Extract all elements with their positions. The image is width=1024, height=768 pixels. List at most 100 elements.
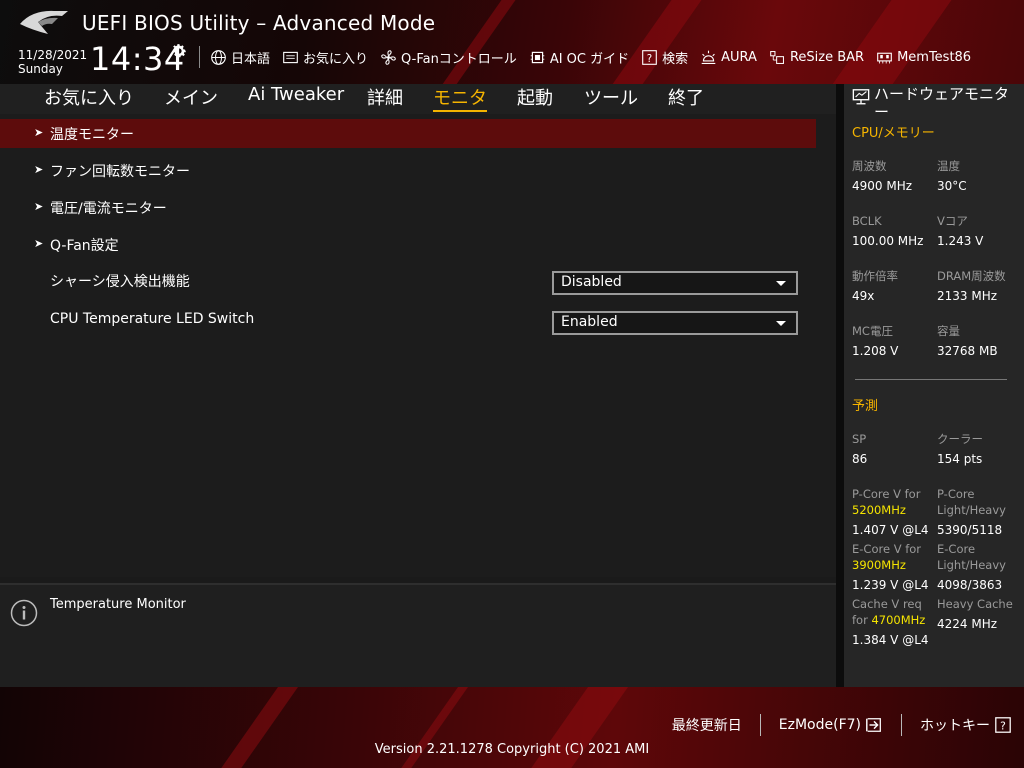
memtest-button[interactable]: MemTest86 xyxy=(876,49,971,66)
tab-exit[interactable]: 終了 xyxy=(668,84,704,110)
resize-bar-label: ReSize BAR xyxy=(789,49,865,65)
ratio-value: 49x xyxy=(852,289,875,303)
main-panel: ➤ 温度モニター ➤ ファン回転数モニター ➤ 電圧/電流モニター ➤ Q-Fa… xyxy=(0,114,836,577)
menu-item-fan-speed-monitor[interactable]: ➤ ファン回転数モニター xyxy=(0,156,816,185)
cooler-value: 154 pts xyxy=(937,452,983,466)
chassis-intrusion-dropdown[interactable]: Disabled xyxy=(552,271,798,295)
tab-ai-tweaker[interactable]: Ai Tweaker xyxy=(248,84,344,105)
resize-bar-button[interactable]: ReSize BAR xyxy=(769,49,864,66)
menu-item-qfan-settings[interactable]: ➤ Q-Fan設定 xyxy=(0,230,816,259)
cpu-temp-value: 30°C xyxy=(937,179,967,193)
pcore-lh-label: P-Core Light/Heavy xyxy=(937,486,1006,518)
chevron-right-icon: ➤ xyxy=(34,126,44,139)
ecore-lh-label-1: E-Core xyxy=(937,542,976,556)
heavy-cache-value: 4224 MHz xyxy=(937,617,998,631)
ecore-lh-label: E-Core Light/Heavy xyxy=(937,541,1006,573)
pcore-v-label: P-Core V for 5200MHz xyxy=(852,486,920,518)
dropdown-value: Enabled xyxy=(561,314,618,330)
chevron-right-icon: ➤ xyxy=(34,200,44,213)
tab-main[interactable]: メイン xyxy=(164,84,218,110)
aura-icon xyxy=(701,50,716,64)
qfan-control-button[interactable]: Q-Fanコントロール xyxy=(380,48,517,67)
chevron-right-icon: ➤ xyxy=(34,237,44,250)
menu-item-temperature-monitor[interactable]: ➤ 温度モニター xyxy=(0,119,816,148)
ecore-lh-value: 4098/3863 xyxy=(937,578,1003,592)
aura-label: AURA xyxy=(721,49,757,65)
mc-voltage-value: 1.208 V xyxy=(852,344,899,358)
cpu-memory-section-title: CPU/メモリー xyxy=(852,126,935,141)
search-button[interactable]: ? 検索 xyxy=(641,48,688,67)
menu-item-label: 電圧/電流モニター xyxy=(50,201,167,217)
vcore-label: Vコア xyxy=(937,214,968,228)
memtest-label: MemTest86 xyxy=(897,49,972,65)
tab-monitor[interactable]: モニタ xyxy=(433,84,487,112)
menu-item-label: 温度モニター xyxy=(50,127,134,143)
tab-boot[interactable]: 起動 xyxy=(517,84,553,110)
capacity-label: 容量 xyxy=(937,324,960,338)
hw-monitor-title: ハードウェアモニター xyxy=(874,85,1010,121)
hw-divider xyxy=(855,379,1007,380)
tab-advanced[interactable]: 詳細 xyxy=(367,84,403,110)
globe-icon xyxy=(211,49,226,65)
search-help-icon: ? xyxy=(642,49,657,65)
cache-v-label-2: for xyxy=(852,613,868,627)
tab-favorites[interactable]: お気に入り xyxy=(44,84,134,110)
footer-divider xyxy=(759,714,761,736)
qfan-control-label: Q-Fanコントロール xyxy=(401,51,517,67)
tab-tool[interactable]: ツール xyxy=(584,84,638,110)
setting-label: CPU Temperature LED Switch xyxy=(50,311,255,327)
weekday-text: Sunday xyxy=(18,62,63,76)
ecore-lh-label-2: Light/Heavy xyxy=(937,558,1006,572)
last-modified-label: 最終更新日 xyxy=(671,718,742,734)
cpu-temp-label: 温度 xyxy=(937,159,960,173)
cpu-freq-value: 4900 MHz xyxy=(852,179,913,193)
ecore-v-label: E-Core V for 3900MHz xyxy=(852,541,921,573)
ecore-v-value: 1.239 V @L4 xyxy=(852,578,929,592)
bclk-value: 100.00 MHz xyxy=(852,234,924,248)
menu-item-label: Q-Fan設定 xyxy=(50,238,119,254)
last-modified-button[interactable]: 最終更新日 xyxy=(672,715,742,735)
monitor-icon xyxy=(852,89,870,105)
language-button[interactable]: 日本語 xyxy=(210,48,270,67)
gear-icon[interactable] xyxy=(170,42,188,60)
exit-arrow-icon xyxy=(866,718,881,732)
favorites-button[interactable]: お気に入り xyxy=(282,48,368,67)
dram-freq-value: 2133 MHz xyxy=(937,289,998,303)
date-display: 11/28/2021 Sunday xyxy=(18,48,87,76)
header-divider xyxy=(199,46,200,68)
info-icon xyxy=(10,599,38,627)
decor-slash xyxy=(821,0,959,84)
ezmode-button[interactable]: EzMode(F7) xyxy=(779,716,883,734)
chevron-right-icon: ➤ xyxy=(34,163,44,176)
decor-slash xyxy=(601,0,709,84)
help-text: Temperature Monitor xyxy=(50,597,186,612)
ai-oc-icon xyxy=(530,51,545,63)
svg-text:?: ? xyxy=(647,53,652,64)
hotkeys-button[interactable]: ホットキー ? xyxy=(920,715,1012,735)
ai-oc-guide-button[interactable]: AI OC ガイド xyxy=(529,48,629,67)
help-panel: Temperature Monitor xyxy=(0,583,836,687)
pcore-lh-label-2: Light/Heavy xyxy=(937,503,1006,517)
resize-bar-icon xyxy=(770,50,784,64)
pcore-v-freq: 5200MHz xyxy=(852,503,906,517)
ratio-label: 動作倍率 xyxy=(852,269,898,283)
menu-item-voltage-monitor[interactable]: ➤ 電圧/電流モニター xyxy=(0,193,816,222)
ecore-v-freq: 3900MHz xyxy=(852,558,906,572)
rog-logo xyxy=(20,10,68,34)
date-text: 11/28/2021 xyxy=(18,48,88,62)
svg-text:?: ? xyxy=(1000,720,1006,733)
pcore-v-label-text: P-Core V for xyxy=(852,487,921,501)
prediction-section-title: 予測 xyxy=(852,399,879,414)
cpu-temp-led-dropdown[interactable]: Enabled xyxy=(552,311,798,335)
heavy-cache-label: Heavy Cache xyxy=(937,597,1013,611)
dram-freq-label: DRAM周波数 xyxy=(937,269,1006,283)
toolbar: 日本語 お気に入り Q-Fanコントロール AI OC ガイド ? 検索 AUR… xyxy=(210,47,983,67)
aura-button[interactable]: AURA xyxy=(700,49,757,66)
question-icon: ? xyxy=(995,717,1011,733)
header-bar: UEFI BIOS Utility – Advanced Mode 11/28/… xyxy=(0,0,1024,84)
cache-v-label-1: Cache V req xyxy=(852,597,922,611)
favorites-label: お気に入り xyxy=(303,51,369,67)
decor-slash xyxy=(431,0,523,84)
footer-bar: 最終更新日 EzMode(F7) ホットキー ? Version 2.21.12… xyxy=(0,687,1024,768)
sp-label: SP xyxy=(852,432,867,446)
